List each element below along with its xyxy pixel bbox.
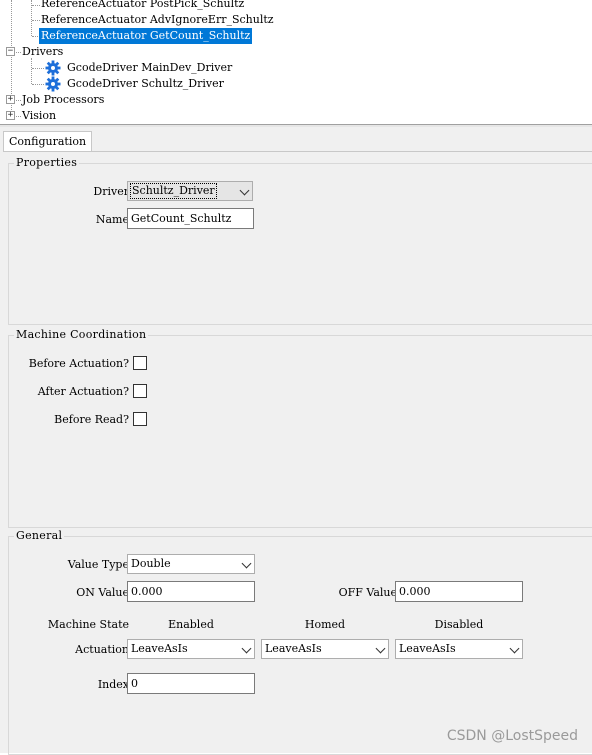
on-value-field[interactable]: 0.000 xyxy=(127,581,255,602)
enabled-column-header: Enabled xyxy=(168,618,214,631)
chevron-down-icon xyxy=(241,643,252,654)
actuation-homed-value: LeaveAsIs xyxy=(265,642,322,655)
tree-connector xyxy=(32,68,44,69)
section-title: Machine Coordination xyxy=(14,328,149,341)
actuation-disabled-value: LeaveAsIs xyxy=(399,642,456,655)
tree-item-postpick[interactable]: ReferenceActuator PostPick_Schultz xyxy=(39,0,246,12)
index-field[interactable]: 0 xyxy=(127,673,255,694)
tree-item-label: Drivers xyxy=(22,45,64,58)
actuation-homed-select[interactable]: LeaveAsIs xyxy=(261,639,389,659)
after-actuation-label: After Actuation? xyxy=(37,385,129,398)
actuation-disabled-select[interactable]: LeaveAsIs xyxy=(395,639,523,659)
tree-item-job-processors[interactable]: Job Processors xyxy=(20,92,106,108)
after-actuation-checkbox[interactable] xyxy=(133,384,147,398)
expand-vision-icon[interactable]: + xyxy=(6,111,15,120)
section-title: General xyxy=(14,529,65,542)
tree-view[interactable]: ReferenceActuator PostPick_Schultz Refer… xyxy=(0,0,592,124)
tree-item-label: Job Processors xyxy=(22,93,105,106)
gear-icon xyxy=(45,76,61,92)
tree-item-label: ReferenceActuator AdvIgnoreErr_Schultz xyxy=(41,13,274,26)
chevron-down-icon xyxy=(375,643,386,654)
tree-item-label: ReferenceActuator PostPick_Schultz xyxy=(41,0,245,10)
off-value-label: OFF Value xyxy=(338,586,397,599)
actuation-enabled-select[interactable]: LeaveAsIs xyxy=(127,639,255,659)
chevron-down-icon xyxy=(509,643,520,654)
disabled-column-header: Disabled xyxy=(434,618,484,631)
expand-job-processors-icon[interactable]: + xyxy=(6,95,15,104)
name-label: Name xyxy=(95,213,129,226)
tree-connector xyxy=(32,84,44,85)
tree-item-vision[interactable]: Vision xyxy=(20,108,58,124)
index-label: Index xyxy=(97,678,129,691)
actuation-label: Actuation xyxy=(75,643,129,656)
general-section: General Value Type Double ON Value 0.000… xyxy=(8,529,592,755)
tree-connector xyxy=(31,58,32,84)
tree-item-maindev-driver[interactable]: GcodeDriver MainDev_Driver xyxy=(65,60,234,76)
tree-item-label: ReferenceActuator GetCount_Schultz xyxy=(39,28,253,44)
tree-item-advignoreerr[interactable]: ReferenceActuator AdvIgnoreErr_Schultz xyxy=(39,12,276,28)
chevron-down-icon xyxy=(241,558,252,569)
homed-column-header: Homed xyxy=(304,618,346,631)
tab-body: Properties Driver Schultz_Driver Name Ge… xyxy=(3,151,592,755)
collapse-drivers-icon[interactable]: − xyxy=(6,47,15,56)
before-read-label: Before Read? xyxy=(54,413,129,426)
name-field[interactable]: GetCount_Schultz xyxy=(127,208,254,229)
tree-item-schultz-driver[interactable]: GcodeDriver Schultz_Driver xyxy=(65,76,226,92)
before-actuation-checkbox[interactable] xyxy=(133,356,147,370)
value-type-select-value: Double xyxy=(131,557,171,570)
tree-item-drivers[interactable]: Drivers xyxy=(20,44,65,60)
value-type-label: Value Type xyxy=(67,558,129,571)
driver-label: Driver xyxy=(93,185,129,198)
before-actuation-label: Before Actuation? xyxy=(28,357,129,370)
tree-item-label: GcodeDriver MainDev_Driver xyxy=(67,61,233,74)
gear-icon xyxy=(45,60,61,76)
machine-coordination-section: Machine Coordination Before Actuation? A… xyxy=(8,328,592,528)
driver-select-value: Schultz_Driver xyxy=(130,183,217,199)
before-read-checkbox[interactable] xyxy=(133,412,147,426)
configuration-panel: Configuration Properties Driver Schultz_… xyxy=(0,127,592,755)
driver-select[interactable]: Schultz_Driver xyxy=(127,181,253,201)
watermark: CSDN @LostSpeed xyxy=(446,728,578,744)
tree-item-getcount[interactable]: ReferenceActuator GetCount_Schultz xyxy=(39,28,253,44)
chevron-down-icon xyxy=(239,185,250,196)
value-type-select[interactable]: Double xyxy=(127,554,255,574)
actuation-enabled-value: LeaveAsIs xyxy=(131,642,188,655)
tree-item-label: GcodeDriver Schultz_Driver xyxy=(67,77,224,90)
on-value-label: ON Value xyxy=(76,586,129,599)
machine-state-label: Machine State xyxy=(47,618,129,631)
section-title: Properties xyxy=(14,156,80,169)
tab-configuration[interactable]: Configuration xyxy=(3,131,93,152)
properties-section: Properties Driver Schultz_Driver Name Ge… xyxy=(8,156,592,325)
tree-item-label: Vision xyxy=(22,109,57,122)
off-value-field[interactable]: 0.000 xyxy=(395,581,523,602)
